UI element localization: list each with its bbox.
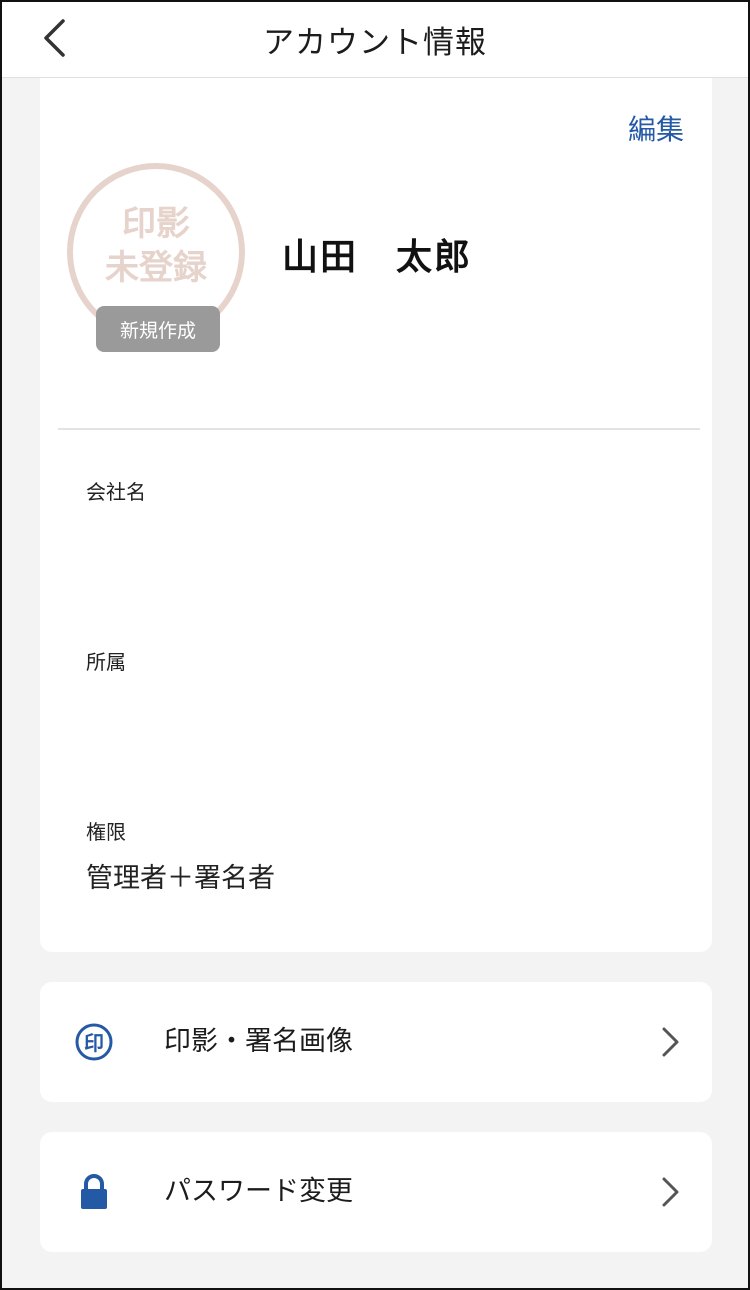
password-change-menu-item[interactable]: パスワード変更 — [40, 1132, 712, 1252]
company-label: 会社名 — [86, 480, 146, 504]
app-header: アカウント情報 — [2, 2, 748, 78]
profile-card: 編集 印影 未登録 新規作成 山田 太郎 会社名 所属 権限 管理者＋署名者 — [40, 78, 712, 952]
seal-placeholder-text: 印影 未登録 — [66, 202, 246, 290]
edit-button[interactable]: 編集 — [628, 108, 684, 148]
role-label: 権限 — [86, 820, 126, 844]
chevron-left-icon — [44, 19, 65, 57]
screen: アカウント情報 編集 印影 未登録 新規作成 山田 太郎 会社名 所属 権限 管… — [0, 0, 750, 1290]
seal-image-menu-item[interactable]: 印 印影・署名画像 — [40, 982, 712, 1102]
back-button[interactable] — [30, 12, 78, 64]
divider — [58, 428, 700, 430]
page-title: アカウント情報 — [263, 25, 487, 61]
user-name: 山田 太郎 — [282, 237, 473, 278]
seal-icon: 印 — [74, 1022, 114, 1062]
seal-image-label: 印影・署名画像 — [164, 1026, 353, 1057]
lock-icon — [74, 1172, 114, 1212]
chevron-right-icon — [662, 1177, 679, 1207]
role-value: 管理者＋署名者 — [86, 863, 275, 894]
svg-text:印: 印 — [84, 1031, 104, 1055]
password-change-label: パスワード変更 — [164, 1176, 353, 1207]
seal-text-line2: 未登録 — [105, 248, 207, 288]
chevron-right-icon — [662, 1027, 679, 1057]
seal-text-line1: 印影 — [122, 204, 190, 244]
create-seal-button[interactable]: 新規作成 — [96, 306, 220, 352]
department-label: 所属 — [86, 650, 126, 674]
